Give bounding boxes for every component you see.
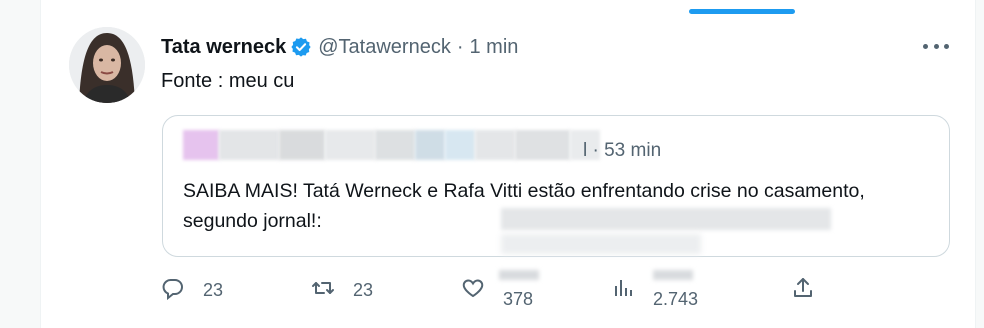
blurred-view-preview: [653, 270, 693, 280]
tweet-timestamp[interactable]: 1 min: [470, 36, 519, 59]
tweet-header: Tata werneck @Tatawerneck · 1 min: [161, 34, 518, 60]
author-name[interactable]: Tata werneck: [161, 36, 286, 59]
retweet-icon: [311, 276, 335, 305]
share-icon: [791, 276, 815, 305]
share-button[interactable]: [791, 270, 815, 310]
reply-button[interactable]: 23: [161, 270, 223, 310]
quoted-tweet-meta: l · 53 min: [583, 140, 662, 161]
reply-icon: [161, 276, 185, 305]
view-count: 2.743: [653, 288, 699, 309]
retweet-count: 23: [353, 279, 374, 300]
meta-separator: ·: [456, 35, 464, 58]
active-tab-indicator: [689, 9, 795, 14]
blurred-link-overflow: [501, 234, 701, 254]
heart-icon: [461, 276, 485, 305]
tweet-card[interactable]: Tata werneck @Tatawerneck · 1 min Fonte …: [40, 0, 976, 328]
more-options-icon[interactable]: [923, 38, 949, 54]
retweet-button[interactable]: 23: [311, 270, 373, 310]
blurred-quoted-author: [183, 130, 600, 160]
quoted-tweet[interactable]: l · 53 min SAIBA MAIS! Tatá Werneck e Ra…: [162, 115, 950, 257]
author-handle[interactable]: @Tatawerneck: [318, 36, 451, 59]
like-count: 378: [503, 288, 534, 309]
blurred-link: [501, 208, 831, 230]
like-button[interactable]: 378: [461, 270, 539, 310]
avatar[interactable]: [69, 27, 145, 103]
tweet-text: Fonte : meu cu: [161, 70, 295, 92]
reply-count: 23: [203, 279, 224, 300]
views-icon: [611, 276, 635, 305]
tweet-actions: 23 23 378 2.743: [161, 270, 861, 310]
blurred-like-preview: [499, 270, 539, 280]
views-button[interactable]: 2.743: [611, 270, 698, 310]
verified-badge-icon: [290, 36, 312, 58]
